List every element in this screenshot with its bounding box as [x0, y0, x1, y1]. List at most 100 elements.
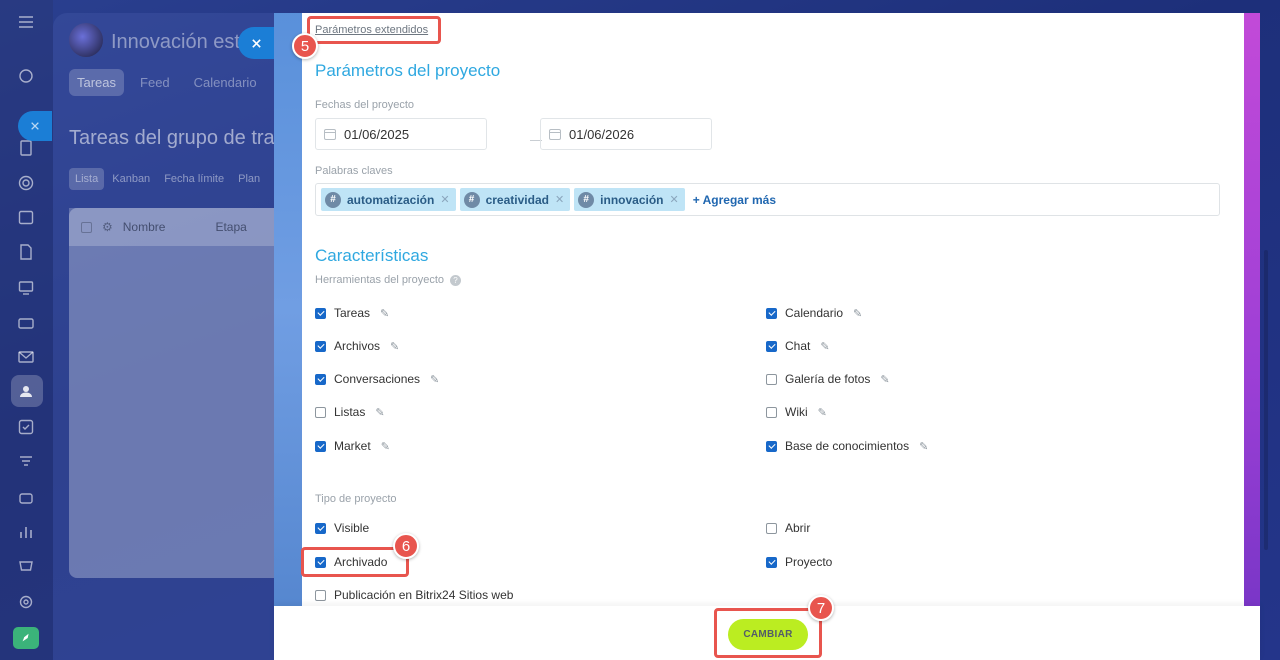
checkbox[interactable] — [766, 307, 777, 319]
project-params-title: Parámetros del proyecto — [315, 61, 501, 80]
menu-icon[interactable] — [16, 12, 36, 32]
type-label: Proyecto — [785, 555, 833, 569]
checkbox[interactable] — [766, 556, 777, 568]
close-slider-button[interactable] — [238, 27, 274, 59]
checkbox[interactable] — [766, 340, 777, 352]
pencil-icon[interactable]: ✎ — [820, 340, 829, 353]
tag-item[interactable]: # creatividad ✕ — [459, 188, 571, 211]
tag-item[interactable]: # innovación ✕ — [574, 188, 685, 211]
checkbox[interactable] — [766, 373, 777, 385]
pencil-icon[interactable]: ✎ — [380, 307, 389, 320]
view-plan[interactable]: Plan — [232, 168, 266, 190]
settings-icon[interactable] — [16, 592, 36, 612]
keywords-field[interactable]: # automatización ✕ # creatividad ✕ # inn… — [315, 183, 1220, 216]
tool-galeria-fotos[interactable]: Galería de fotos ✎ — [766, 372, 890, 386]
checkbox[interactable] — [315, 373, 326, 385]
tool-wiki[interactable]: Wiki ✎ — [766, 405, 827, 419]
rocket-icon[interactable] — [13, 627, 39, 649]
column-nombre[interactable]: Nombre — [123, 220, 166, 234]
date-end-field[interactable]: 01/06/2026 — [540, 118, 712, 150]
tab-feed[interactable]: Feed — [132, 69, 178, 96]
help-icon[interactable]: ? — [450, 274, 462, 286]
remove-tag-icon[interactable]: ✕ — [670, 193, 679, 206]
robot-icon[interactable] — [16, 487, 36, 507]
tool-tareas[interactable]: Tareas ✎ — [315, 306, 389, 320]
feed-icon[interactable] — [16, 66, 36, 86]
hash-icon: # — [325, 191, 341, 208]
pencil-icon[interactable]: ✎ — [390, 340, 399, 353]
view-fecha-limite[interactable]: Fecha límite — [158, 168, 230, 190]
tool-conversaciones[interactable]: Conversaciones ✎ — [315, 372, 439, 386]
close-secondary-panel-icon[interactable] — [18, 111, 52, 141]
column-etapa[interactable]: Etapa — [215, 220, 246, 234]
step-badge-5: 5 — [292, 33, 318, 59]
pencil-icon[interactable]: ✎ — [919, 440, 928, 453]
pencil-icon[interactable]: ✎ — [375, 406, 384, 419]
workgroup-background-panel: Innovación estr Tareas Feed Calendario D… — [53, 13, 293, 660]
tasks-icon[interactable] — [16, 417, 36, 437]
tool-archivos[interactable]: Archivos ✎ — [315, 339, 399, 353]
cart-icon[interactable] — [16, 556, 36, 576]
pencil-icon[interactable]: ✎ — [381, 440, 390, 453]
type-label: Abrir — [785, 521, 811, 535]
card-icon[interactable] — [16, 313, 36, 333]
type-visible[interactable]: Visible — [315, 521, 369, 535]
tasks-heading: Tareas del grupo de tra — [69, 127, 275, 149]
tool-market[interactable]: Market ✎ — [315, 439, 390, 453]
tag-item[interactable]: # automatización ✕ — [321, 188, 456, 211]
type-abrir[interactable]: Abrir — [766, 521, 810, 535]
mail-icon[interactable] — [16, 347, 36, 367]
close-icon — [251, 38, 261, 48]
group-title: Innovación estr — [111, 31, 247, 53]
type-proyecto[interactable]: Proyecto — [766, 555, 832, 569]
analytics-icon[interactable] — [16, 522, 36, 542]
left-nav-rail — [0, 0, 53, 660]
scrollbar[interactable] — [1264, 250, 1268, 550]
tool-calendario[interactable]: Calendario ✎ — [766, 306, 862, 320]
calendar-icon[interactable] — [16, 207, 36, 227]
tool-chat[interactable]: Chat ✎ — [766, 339, 830, 353]
checkbox[interactable] — [766, 522, 777, 534]
type-label: Visible — [334, 521, 370, 535]
checkbox[interactable] — [315, 340, 326, 352]
checkbox[interactable] — [315, 307, 326, 319]
slider-right-stripe — [1244, 13, 1260, 606]
tasks-table: ⚙ Nombre Etapa — [69, 208, 289, 578]
gear-icon[interactable]: ⚙ — [102, 220, 113, 234]
add-more-link[interactable]: + Agregar más — [693, 193, 776, 207]
file-icon[interactable] — [16, 242, 36, 262]
target-icon[interactable] — [16, 173, 36, 193]
tool-label: Base de conocimientos — [785, 439, 910, 453]
remove-tag-icon[interactable]: ✕ — [555, 193, 564, 206]
document-icon[interactable] — [16, 138, 36, 158]
filter-icon[interactable] — [16, 452, 36, 472]
view-kanban[interactable]: Kanban — [106, 168, 156, 190]
checkbox[interactable] — [315, 440, 326, 452]
checkbox[interactable] — [315, 406, 326, 418]
tool-label: Listas — [334, 405, 366, 419]
pencil-icon[interactable]: ✎ — [880, 373, 889, 386]
keywords-label: Palabras claves — [315, 165, 393, 177]
checkbox[interactable] — [315, 589, 326, 601]
tool-label: Conversaciones — [334, 372, 421, 386]
hash-icon: # — [578, 191, 595, 208]
board-icon[interactable] — [16, 278, 36, 298]
tag-label: automatización — [347, 192, 435, 207]
date-start-field[interactable]: 01/06/2025 — [315, 118, 487, 150]
tool-listas[interactable]: Listas ✎ — [315, 405, 385, 419]
type-bitrix-sites[interactable]: Publicación en Bitrix24 Sitios web — [315, 588, 513, 602]
tab-tareas[interactable]: Tareas — [69, 69, 125, 96]
checkbox[interactable] — [766, 440, 777, 452]
select-all-checkbox[interactable] — [81, 221, 92, 233]
checkbox[interactable] — [766, 406, 777, 418]
pencil-icon[interactable]: ✎ — [818, 406, 827, 419]
checkbox[interactable] — [315, 522, 326, 534]
pencil-icon[interactable]: ✎ — [430, 373, 439, 386]
pencil-icon[interactable]: ✎ — [853, 307, 862, 320]
tool-base-conocimientos[interactable]: Base de conocimientos ✎ — [766, 439, 928, 453]
view-lista[interactable]: Lista — [69, 168, 105, 190]
remove-tag-icon[interactable]: ✕ — [440, 193, 449, 206]
tag-label: innovación — [600, 192, 664, 207]
workgroups-icon[interactable] — [16, 381, 36, 401]
tab-calendario[interactable]: Calendario — [186, 69, 265, 96]
